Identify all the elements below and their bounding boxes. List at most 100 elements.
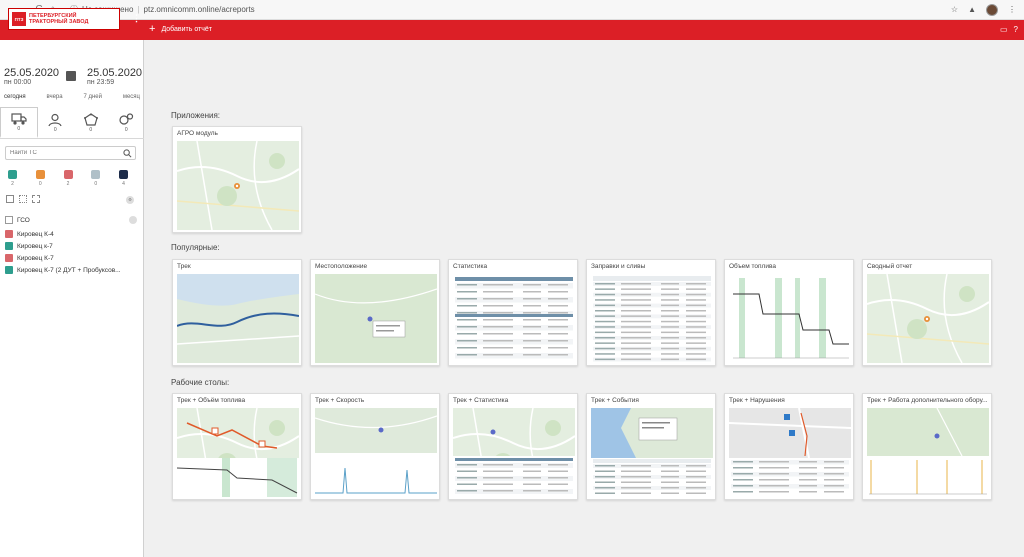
range-week[interactable]: 7 дней — [83, 94, 102, 100]
profile-avatar[interactable] — [986, 3, 998, 16]
quick-range-selector: сегодня вчера 7 дней месяц — [4, 94, 140, 100]
tree-view-icon[interactable] — [32, 195, 40, 203]
browser-toolbar: ← → C ⌂ ⓘ Не защищено | ptz.omnicomm.onl… — [0, 0, 1024, 20]
report-preview-thumbnail — [177, 408, 299, 497]
select-all-checkbox[interactable] — [6, 195, 14, 203]
tab-groups[interactable]: 0 — [109, 107, 145, 138]
tab-drivers-count: 0 — [53, 126, 57, 133]
report-preview-thumbnail — [315, 274, 437, 363]
time-from: пн 00:00 — [4, 79, 32, 86]
report-card-title: Трек + Статистика — [453, 397, 509, 404]
section-apps-title: Приложения: — [171, 111, 221, 120]
reports-gallery: Приложения: Популярные: Рабочие столы: А… — [144, 40, 1024, 557]
calendar-icon[interactable] — [66, 71, 76, 81]
report-preview-thumbnail — [867, 274, 989, 363]
search-icon[interactable] — [123, 149, 132, 158]
range-month[interactable]: месяц — [123, 94, 140, 100]
report-preview-thumbnail — [453, 408, 575, 497]
report-card-title: Заправки и сливы — [591, 263, 646, 270]
report-card-title: Трек + Скорость — [315, 397, 365, 404]
report-card[interactable]: Объем топлива — [724, 259, 854, 366]
list-view-controls — [6, 195, 40, 203]
vehicle-search[interactable] — [5, 146, 136, 160]
group-icon — [119, 112, 134, 125]
search-input[interactable] — [10, 150, 120, 156]
section-popular-title: Популярные: — [171, 243, 220, 252]
report-card-title: Трек + События — [591, 397, 639, 404]
help-icon[interactable]: ? — [1014, 25, 1018, 34]
report-card[interactable]: Трек + Объём топлива — [172, 393, 302, 500]
report-card[interactable]: Местоположение — [310, 259, 440, 366]
truck-icon — [11, 113, 27, 125]
report-card[interactable]: Трек + Статистика — [448, 393, 578, 500]
group-checkbox[interactable] — [5, 216, 13, 224]
sidebar-menu-icon[interactable]: ⋮ — [132, 13, 141, 24]
list-item[interactable]: Кировец К-4 — [5, 228, 140, 240]
range-yesterday[interactable]: вчера — [47, 94, 63, 100]
report-card[interactable]: Трек + Работа дополнительного обору... — [862, 393, 992, 500]
report-card[interactable]: АГРО модуль — [172, 126, 302, 233]
company-logo: ПТЗ ПЕТЕРБУРГСКИЙ ТРАКТОРНЫЙ ЗАВОД — [8, 8, 120, 30]
list-item[interactable]: Кировец К-7 — [5, 252, 140, 264]
date-to[interactable]: 25.05.2020 — [87, 67, 142, 79]
app-header: + Добавить отчёт ▭ ? — [0, 20, 1024, 40]
star-icon[interactable]: ☆ — [951, 5, 958, 14]
list-view-icon[interactable] — [19, 195, 27, 203]
sidebar: 25.05.2020 пн 00:00 25.05.2020 пн 23:59 … — [0, 40, 144, 557]
list-item[interactable]: Кировец к-7 — [5, 240, 140, 252]
driver-icon — [48, 113, 62, 126]
browser-menu-icon[interactable]: ⋮ — [1008, 5, 1016, 14]
tab-vehicles[interactable]: 0 — [0, 107, 38, 138]
range-today[interactable]: сегодня — [4, 94, 26, 100]
status-filter-item[interactable]: 2 — [63, 170, 73, 187]
report-card[interactable]: Трек — [172, 259, 302, 366]
tab-drivers[interactable]: 0 — [38, 107, 74, 138]
status-filter-item[interactable]: 4 — [119, 170, 128, 187]
report-preview-thumbnail — [177, 141, 299, 230]
group-label: ГСО — [17, 216, 30, 224]
logo-line-2: ТРАКТОРНЫЙ ЗАВОД — [29, 19, 89, 25]
report-card[interactable]: Трек + Нарушения — [724, 393, 854, 500]
date-from[interactable]: 25.05.2020 — [4, 67, 59, 79]
report-card[interactable]: Статистика — [448, 259, 578, 366]
report-card-title: АГРО модуль — [177, 130, 218, 137]
tab-geozones-count: 0 — [89, 126, 93, 133]
status-filter-item[interactable]: 0 — [35, 170, 45, 187]
plus-icon: + — [149, 23, 156, 35]
group-count-badge — [129, 216, 137, 224]
extension-icon[interactable]: ▲ — [968, 5, 976, 14]
add-report-button[interactable]: + Добавить отчёт — [149, 23, 213, 35]
url-text[interactable]: ptz.omnicomm.online/acreports — [144, 5, 255, 14]
geozone-icon — [83, 112, 98, 126]
report-card[interactable]: Сводный отчет — [862, 259, 992, 366]
report-preview-thumbnail — [591, 408, 713, 497]
list-item[interactable]: Кировец К-7 (2 ДУТ + Пробуксов... — [5, 264, 140, 276]
date-range[interactable]: 25.05.2020 пн 00:00 25.05.2020 пн 23:59 — [4, 67, 142, 91]
report-preview-thumbnail — [315, 408, 437, 497]
chat-icon[interactable]: ▭ — [1000, 25, 1008, 34]
report-card-title: Местоположение — [315, 263, 368, 270]
group-gso[interactable]: ГСО — [5, 216, 30, 224]
report-card-title: Трек + Нарушения — [729, 397, 785, 404]
report-card-title: Трек + Объём топлива — [177, 397, 246, 404]
report-card[interactable]: Трек + Скорость — [310, 393, 440, 500]
time-to: пн 23:59 — [87, 79, 115, 86]
report-preview-thumbnail — [729, 408, 851, 497]
add-report-label: Добавить отчёт — [161, 25, 213, 33]
report-card-title: Трек — [177, 263, 191, 270]
logo-mark: ПТЗ — [12, 12, 26, 26]
section-desktops-title: Рабочие столы: — [171, 378, 230, 387]
settings-icon[interactable]: ⚙ — [126, 196, 134, 204]
status-filter: 2 0 2 0 4 — [8, 170, 128, 187]
report-preview-thumbnail — [453, 274, 575, 363]
status-filter-item[interactable]: 0 — [91, 170, 101, 187]
report-card[interactable]: Трек + События — [586, 393, 716, 500]
report-card[interactable]: Заправки и сливы — [586, 259, 716, 366]
report-preview-thumbnail — [177, 274, 299, 363]
status-filter-item[interactable]: 2 — [8, 170, 17, 187]
tab-geozones[interactable]: 0 — [73, 107, 109, 138]
vehicle-list: Кировец К-4 Кировец к-7 Кировец К-7 Киро… — [5, 228, 140, 276]
report-preview-thumbnail — [591, 274, 713, 363]
report-preview-thumbnail — [867, 408, 989, 497]
report-card-title: Сводный отчет — [867, 263, 913, 270]
